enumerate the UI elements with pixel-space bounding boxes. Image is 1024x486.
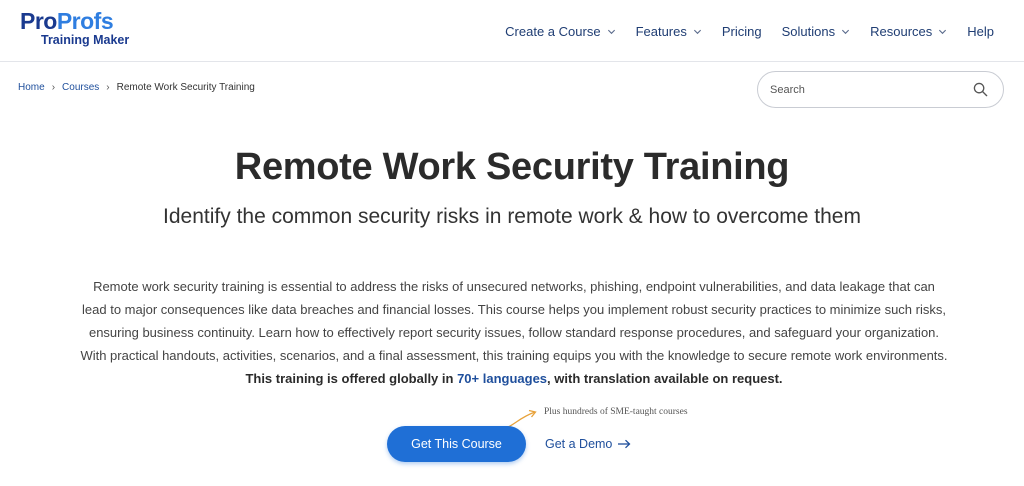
logo-wordmark: ProProfs: [20, 9, 130, 33]
chevron-down-icon: [842, 29, 850, 34]
chevron-down-icon: [607, 29, 615, 34]
breadcrumb-current: Remote Work Security Training: [116, 82, 255, 93]
site-header: ProProfs Training Maker Create a Course …: [0, 0, 1024, 62]
nav-features[interactable]: Features: [636, 24, 702, 39]
highlight-prefix: This training is offered globally in: [245, 371, 458, 386]
breadcrumb-separator: ›: [106, 82, 110, 93]
breadcrumb-courses[interactable]: Courses: [62, 82, 99, 93]
nav-label: Pricing: [721, 23, 762, 39]
description-text: Remote work security training is essenti…: [80, 279, 948, 363]
nav-pricing[interactable]: Pricing: [722, 24, 762, 39]
chevron-down-icon: [939, 29, 947, 34]
nav-create-a-course[interactable]: Create a Course: [505, 24, 615, 39]
search-icon[interactable]: [973, 82, 988, 97]
nav-help[interactable]: Help: [967, 24, 994, 39]
breadcrumb: Home › Courses › Remote Work Security Tr…: [18, 82, 255, 93]
logo-product-name: Training Maker: [41, 33, 130, 47]
logo-brand-profs: Profs: [56, 8, 114, 34]
logo-brand-pro: Pro: [20, 8, 57, 34]
nav-label: Resources: [870, 23, 933, 39]
nav-resources[interactable]: Resources: [870, 24, 947, 39]
nav-label: Help: [967, 23, 994, 39]
get-a-demo-link[interactable]: Get a Demo: [545, 437, 631, 451]
page-title: Remote Work Security Training: [234, 146, 790, 188]
highlight-suffix: , with translation available on request.: [547, 371, 783, 386]
course-description: Remote work security training is essenti…: [80, 275, 948, 390]
page-subtitle: Identify the common security risks in re…: [163, 205, 861, 228]
nav-label: Create a Course: [505, 23, 601, 39]
languages-link[interactable]: 70+ languages: [457, 371, 547, 386]
chevron-down-icon: [693, 29, 701, 34]
search-input[interactable]: [770, 80, 960, 100]
search-box: [757, 71, 1004, 108]
courses-note: Plus hundreds of SME-taught courses: [544, 407, 688, 417]
get-this-course-button[interactable]: Get This Course: [387, 426, 526, 462]
proprofs-logo[interactable]: ProProfs Training Maker: [20, 9, 130, 49]
breadcrumb-separator: ›: [51, 82, 56, 93]
description-highlight: This training is offered globally in 70+…: [245, 371, 782, 386]
nav-solutions[interactable]: Solutions: [782, 24, 850, 39]
main-nav: Create a Course Features Pricing Solutio…: [505, 0, 994, 62]
breadcrumb-home[interactable]: Home: [18, 82, 45, 93]
nav-label: Features: [635, 23, 687, 39]
arrow-right-icon: [618, 439, 631, 449]
nav-label: Solutions: [781, 23, 836, 39]
demo-label: Get a Demo: [545, 437, 613, 451]
